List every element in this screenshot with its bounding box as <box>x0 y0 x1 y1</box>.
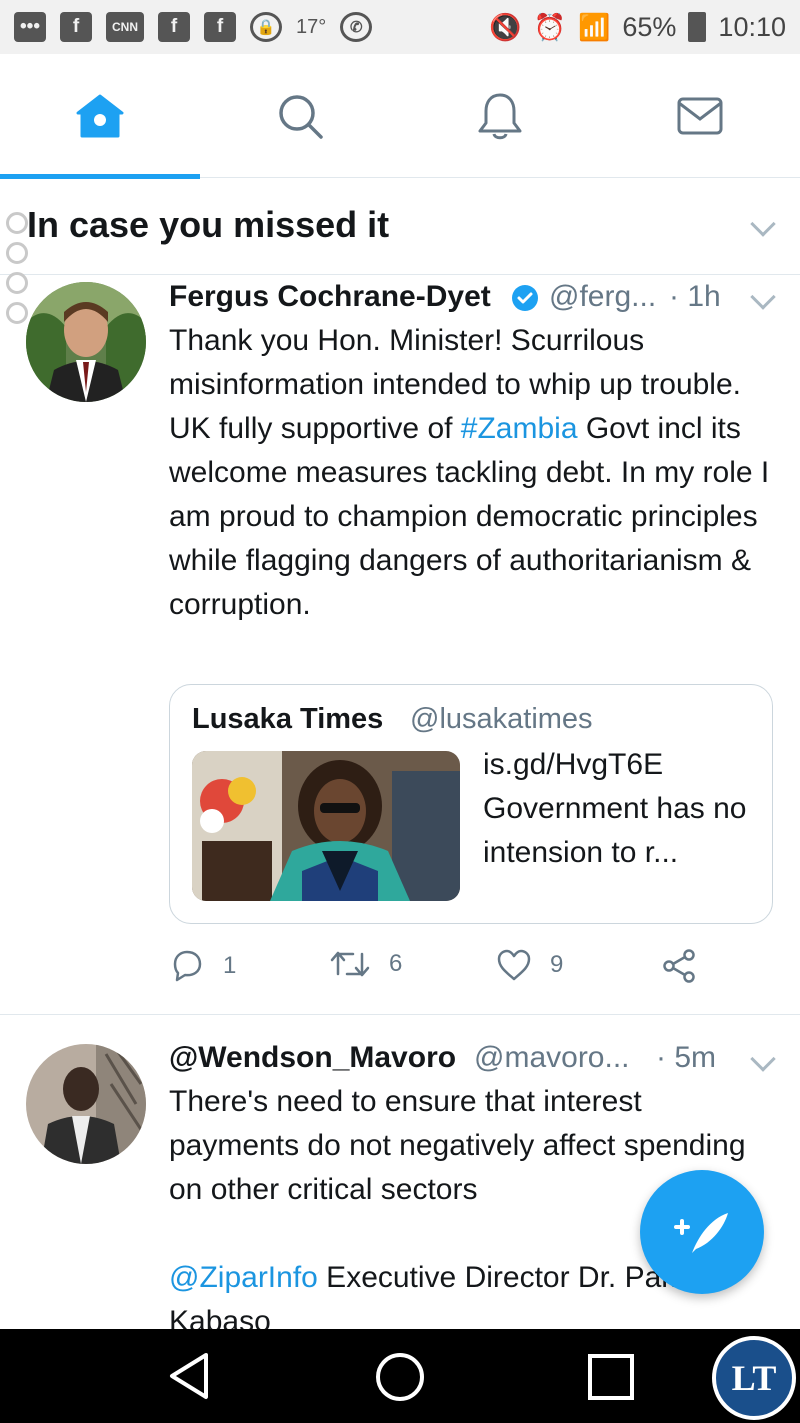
like-button[interactable]: 9 <box>496 948 563 982</box>
share-icon <box>663 949 695 983</box>
back-icon[interactable] <box>166 1351 212 1401</box>
quoted-author-name: Lusaka Times <box>192 703 384 735</box>
tab-notifications[interactable] <box>400 54 600 178</box>
share-button[interactable] <box>661 948 697 984</box>
lock-notification-icon: 🔒 <box>250 12 282 42</box>
compose-tweet-button[interactable] <box>640 1170 764 1294</box>
quoted-tweet-card[interactable]: Lusaka Times @lusakatimes is.gd/HvgT6E G… <box>169 684 773 924</box>
facebook-notification-icon: f <box>158 12 190 42</box>
tweet-author-name[interactable]: @Wendson_Mavoro <box>169 1041 456 1075</box>
lusaka-times-logo: LT <box>712 1336 796 1420</box>
alarm-icon: ⏰ <box>533 11 566 42</box>
battery-percent: 65% <box>622 11 677 42</box>
tweet-actions: 1 6 9 <box>169 948 769 992</box>
recent-apps-icon[interactable] <box>587 1353 635 1401</box>
thread-connector <box>6 212 28 324</box>
compose-feather-icon <box>674 1213 728 1253</box>
retweet-icon <box>330 951 370 977</box>
facebook-notification-icon: f <box>60 12 92 42</box>
whatsapp-notification-icon: ✆ <box>340 12 373 42</box>
reply-button[interactable]: 1 <box>169 948 236 984</box>
mute-icon: 🔇 <box>489 11 522 42</box>
quoted-tweet-text: is.gd/HvgT6E Government has no intension… <box>483 748 747 869</box>
tweet-author-handle[interactable]: @mavoro... <box>474 1041 630 1075</box>
mail-icon <box>677 97 723 135</box>
mention-link[interactable]: @ZiparInfo <box>169 1261 318 1294</box>
hashtag-link[interactable]: #Zambia <box>461 412 578 445</box>
tweet-author-name[interactable]: Fergus Cochrane-Dyet <box>169 280 491 314</box>
verified-badge-icon <box>512 285 538 311</box>
cnn-notification-icon: CNN <box>106 12 144 42</box>
like-count: 9 <box>550 951 564 978</box>
retweet-button[interactable]: 6 <box>329 948 402 980</box>
tweet-timestamp[interactable]: · 1h <box>669 280 721 314</box>
quoted-tweet-image[interactable] <box>192 751 460 901</box>
avatar[interactable] <box>26 282 146 402</box>
messages-notification-icon: ••• <box>14 12 46 42</box>
facebook-notification-icon: f <box>204 12 236 42</box>
status-bar: ••• f CNN f f 🔒 17° ✆ 🔇 ⏰ 📶 65% 10:10 <box>0 0 800 54</box>
tab-home[interactable] <box>0 54 200 179</box>
wifi-icon: 📶 <box>578 11 611 42</box>
tweet-menu-chevron-icon[interactable] <box>750 284 776 310</box>
tab-messages[interactable] <box>600 54 800 178</box>
tweet-menu-chevron-icon[interactable] <box>750 1046 776 1072</box>
search-icon <box>279 95 323 139</box>
weather-temperature: 17° <box>296 15 327 38</box>
reply-icon <box>173 950 202 982</box>
tweet-timestamp[interactable]: · 5m <box>656 1041 716 1075</box>
system-nav-bar <box>0 1329 800 1423</box>
reply-count: 1 <box>223 952 237 979</box>
tweet-divider <box>0 1014 800 1015</box>
quoted-author-handle: @lusakatimes <box>410 703 593 735</box>
section-title: In case you missed it <box>27 204 390 245</box>
tweet-author-handle[interactable]: @ferg... <box>549 280 656 314</box>
battery-icon <box>688 12 707 42</box>
retweet-count: 6 <box>389 950 403 977</box>
clock: 10:10 <box>718 11 786 42</box>
heart-icon <box>497 949 531 981</box>
avatar[interactable] <box>26 1044 146 1164</box>
tab-search[interactable] <box>200 54 400 178</box>
tweet-body: Thank you Hon. Minister! Scurrilous misi… <box>169 319 779 627</box>
home-nav-icon[interactable] <box>374 1351 426 1403</box>
tab-bar <box>0 54 800 179</box>
bell-icon <box>478 93 522 140</box>
home-icon <box>76 94 124 138</box>
